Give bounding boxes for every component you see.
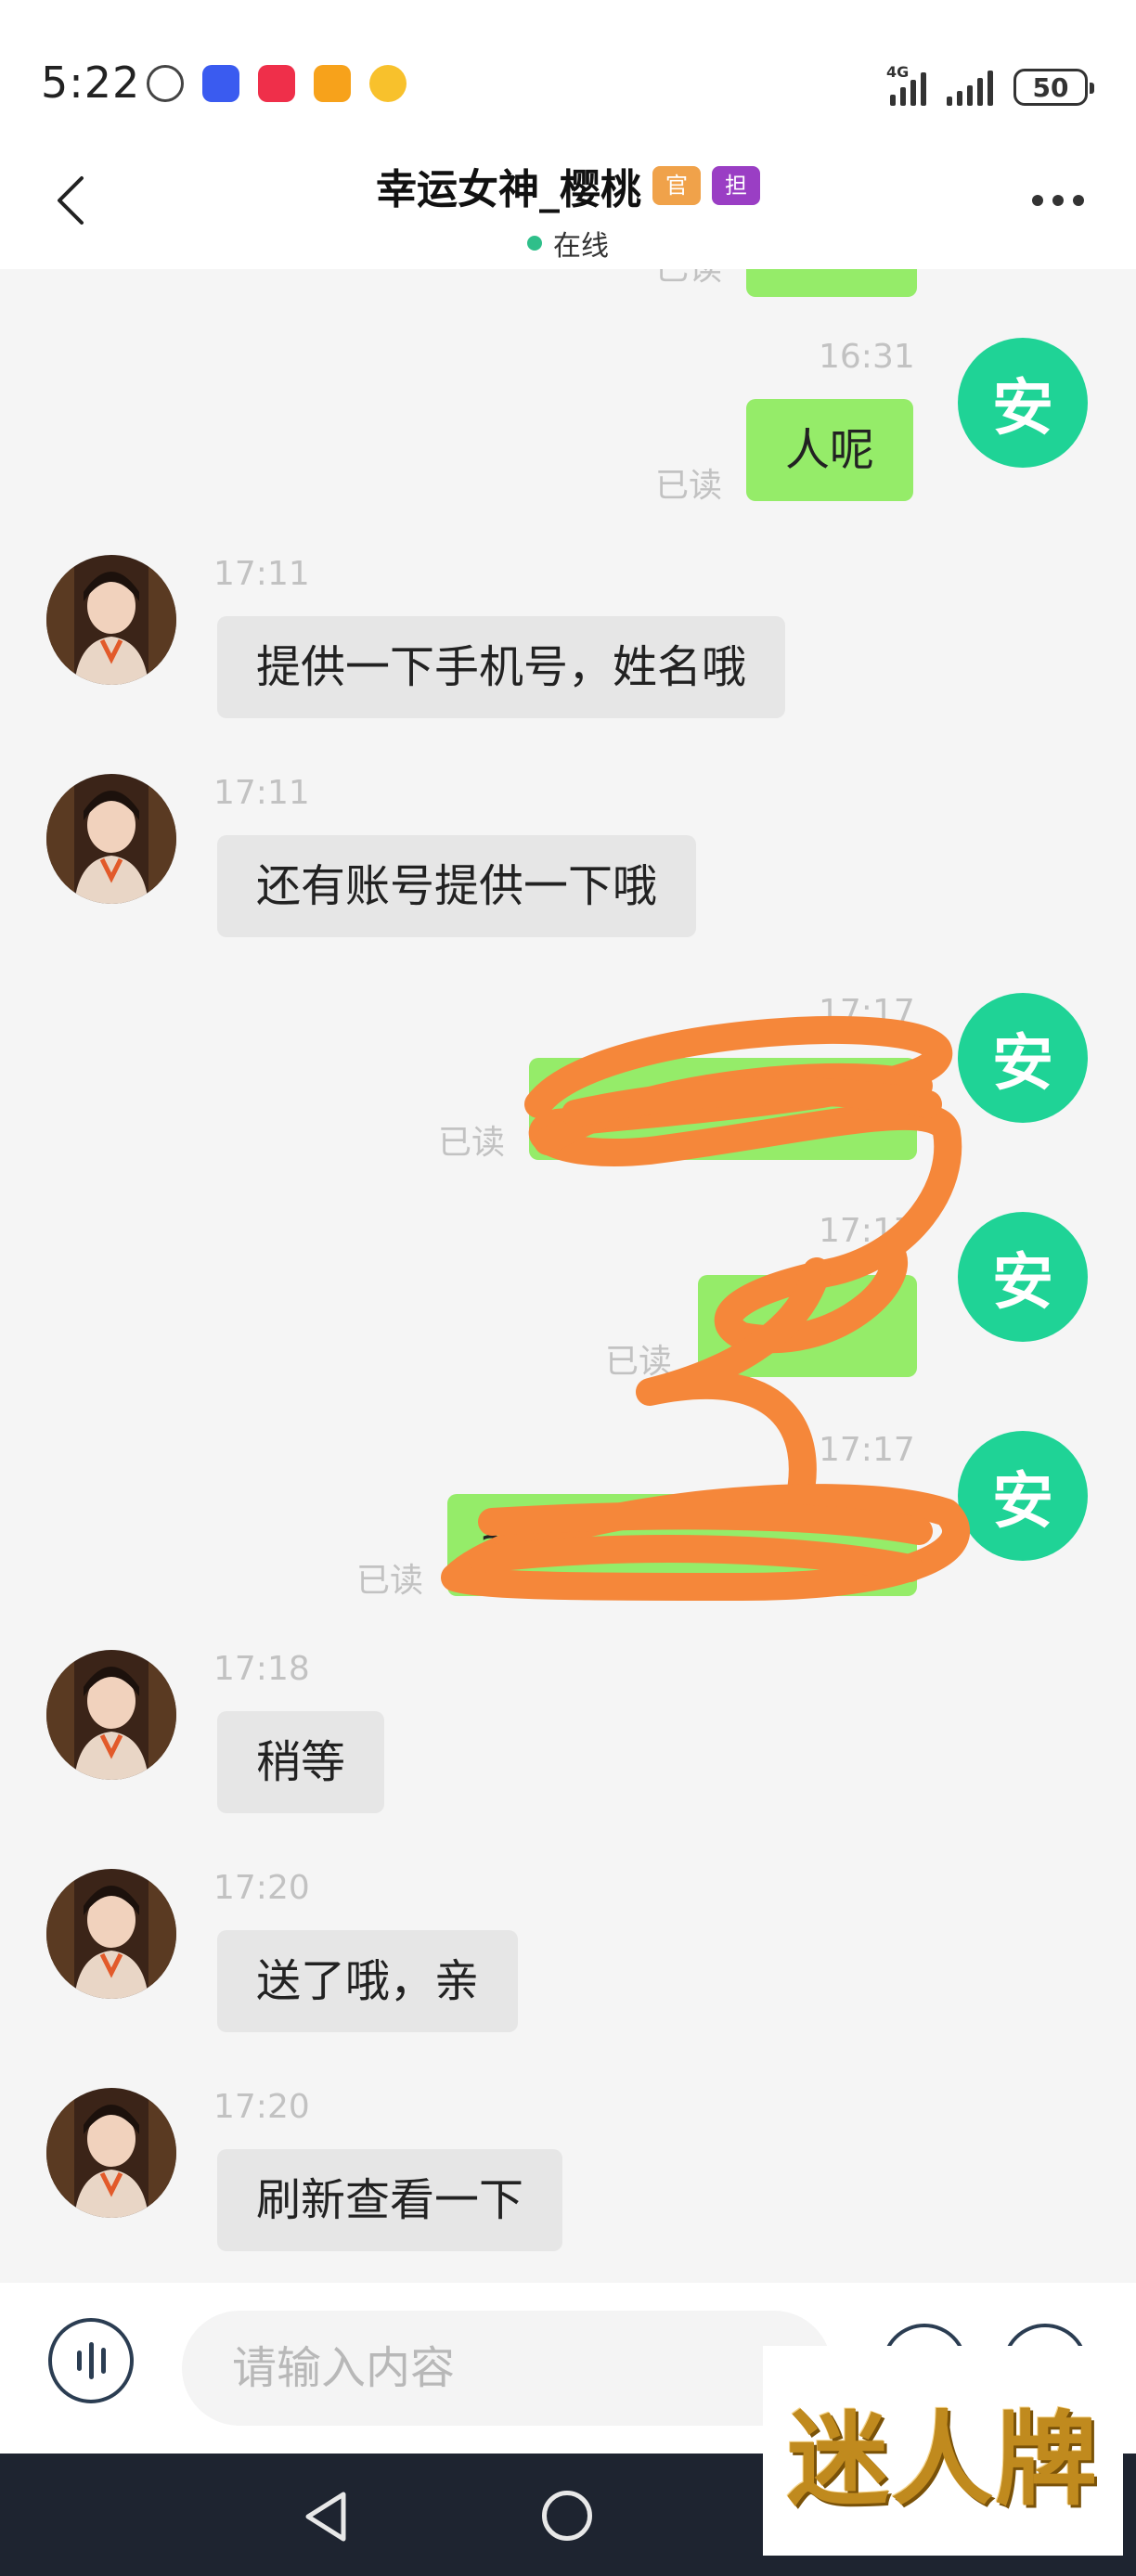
- watermark-text: 迷人牌: [787, 2401, 1099, 2519]
- message-bubble[interactable]: 刷新查看一下: [217, 2149, 563, 2251]
- host-badge: 担: [712, 166, 760, 205]
- message-input[interactable]: 请输入内容: [182, 2311, 832, 2426]
- battery-icon: 50: [1013, 69, 1094, 106]
- nav-back-icon[interactable]: [303, 2491, 349, 2543]
- chat-header: 幸运女神_樱桃 官 担 在线: [0, 139, 1136, 269]
- online-dot-icon: [527, 236, 542, 251]
- status-bar: 5:22 4G 50: [0, 0, 1136, 139]
- redaction-scribble: [441, 1016, 970, 1601]
- battery-level: 50: [1032, 71, 1069, 103]
- xiaohongshu-icon: [258, 65, 295, 102]
- contact-avatar[interactable]: [46, 2088, 176, 2218]
- signal-icon: [947, 71, 993, 106]
- video-app-icon: [314, 65, 351, 102]
- online-status-text: 在线: [553, 230, 609, 263]
- message-time: 17:20: [213, 2088, 310, 2126]
- weibo-icon: [369, 65, 407, 102]
- contact-avatar[interactable]: [46, 1869, 176, 1999]
- nav-home-icon[interactable]: [542, 2491, 592, 2541]
- contact-avatar[interactable]: [46, 1650, 176, 1780]
- watermark-logo: 迷人牌: [763, 2346, 1123, 2556]
- signal-4g-icon: 4G: [886, 63, 926, 106]
- message-list[interactable]: 已读 16:31 安 人呢 已读 17:11 提供一下手机号，姓名哦 17:11…: [0, 269, 1136, 2283]
- network-type: 4G: [886, 63, 910, 81]
- online-status: 在线: [0, 223, 1136, 264]
- message-time: 17:18: [213, 1650, 310, 1688]
- voice-input-icon[interactable]: [48, 2318, 134, 2403]
- message-bubble[interactable]: 稍等: [217, 1711, 385, 1813]
- camera-app-icon: [147, 65, 184, 102]
- message-time: 17:20: [213, 1869, 310, 1907]
- official-badge: 官: [652, 166, 701, 205]
- app-blue-icon: [202, 65, 239, 102]
- message-bubble[interactable]: 送了哦，亲: [217, 1930, 519, 2032]
- more-options-icon[interactable]: [1032, 195, 1084, 206]
- status-time: 5:22: [41, 58, 141, 108]
- chat-title: 幸运女神_樱桃: [376, 166, 641, 213]
